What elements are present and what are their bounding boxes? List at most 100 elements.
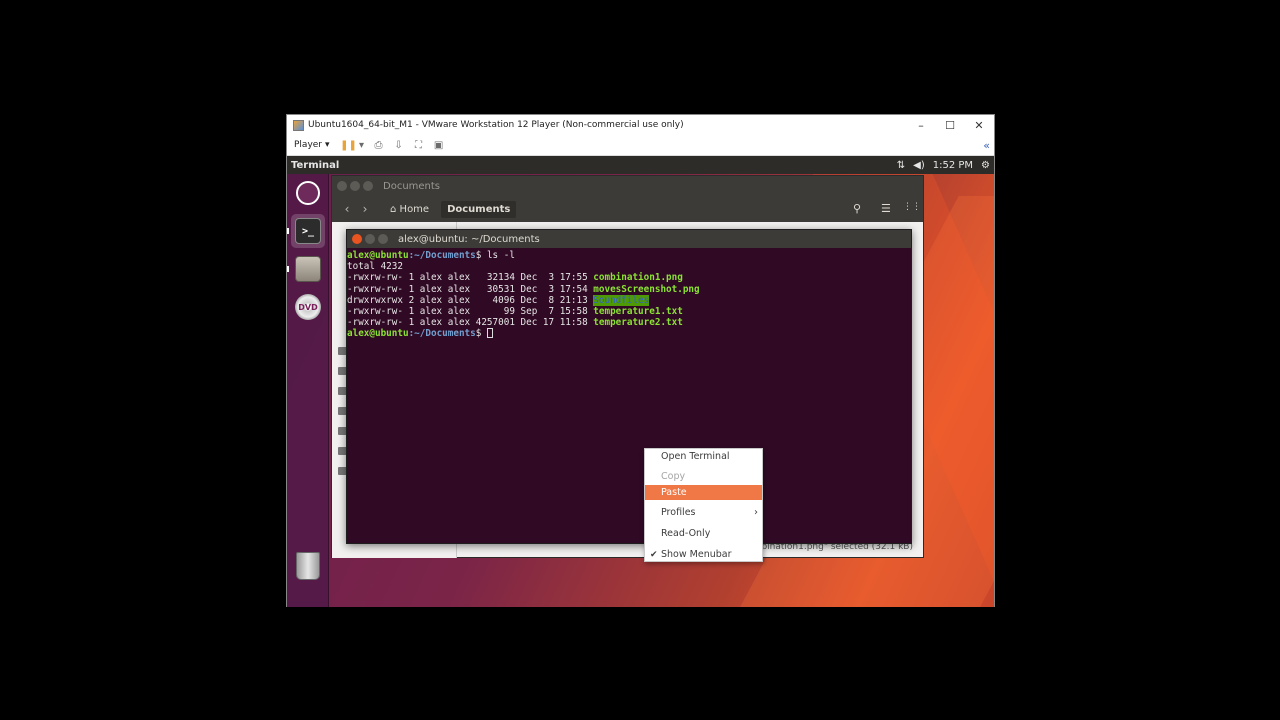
ls-row: drwxrwxrwx 2 alex alex 4096 Dec 8 21:13 … bbox=[347, 294, 650, 306]
chevron-down-icon: ▾ bbox=[325, 140, 330, 150]
prompt-line: alex@ubuntu:~/Documents$ bbox=[347, 328, 493, 339]
ls-row: -rwxrw-rw- 1 alex alex 4257001 Dec 17 11… bbox=[347, 317, 683, 328]
file-name: combination1.png bbox=[593, 272, 683, 284]
forward-button[interactable]: › bbox=[356, 202, 374, 216]
active-app-name: Terminal bbox=[291, 159, 340, 171]
menu-item-open-terminal[interactable]: Open Terminal bbox=[645, 449, 762, 464]
file-name: temperature1.txt bbox=[593, 306, 683, 318]
chevron-right-icon: › bbox=[754, 507, 758, 518]
unity-launcher: >_ DVD bbox=[287, 174, 329, 607]
window-controls bbox=[337, 181, 373, 191]
prompt-dollar: $ bbox=[475, 328, 487, 340]
unity-mode-icon[interactable]: ▣ bbox=[432, 139, 446, 151]
menu-item-label: Read-Only bbox=[661, 528, 711, 539]
close-button[interactable]: ✕ bbox=[964, 115, 994, 135]
running-indicator bbox=[287, 228, 289, 234]
dvd-icon: DVD bbox=[295, 294, 321, 320]
back-button[interactable]: ‹ bbox=[338, 202, 356, 216]
ubuntu-desktop: Terminal ⇅ ◀) 1:52 PM ⚙ >_ DVD Documents… bbox=[287, 156, 994, 607]
top-panel: Terminal ⇅ ◀) 1:52 PM ⚙ bbox=[287, 156, 994, 174]
terminal-titlebar: alex@ubuntu: ~/Documents bbox=[347, 230, 911, 248]
window-controls bbox=[352, 234, 388, 244]
clock[interactable]: 1:52 PM bbox=[933, 160, 973, 171]
menu-item-copy: Copy bbox=[645, 469, 762, 484]
chevron-down-icon[interactable]: ▾ bbox=[358, 139, 366, 151]
menu-item-paste[interactable]: Paste bbox=[645, 485, 762, 500]
launcher-terminal-button[interactable]: >_ bbox=[291, 214, 325, 248]
prompt-line: alex@ubuntu:~/Documents$ ls -l bbox=[347, 250, 515, 261]
prompt-user: alex@ubuntu bbox=[347, 250, 409, 261]
terminal-output[interactable]: alex@ubuntu:~/Documents$ ls -l total 423… bbox=[347, 249, 911, 543]
text-cursor bbox=[486, 328, 493, 339]
file-meta: -rwxrw-rw- 1 alex alex 4257001 Dec 17 11… bbox=[347, 317, 594, 329]
minimize-icon[interactable] bbox=[365, 234, 375, 244]
prompt-path: :~/Documents bbox=[408, 250, 476, 261]
file-meta: drwxrwxrwx 2 alex alex 4096 Dec 8 21:13 bbox=[347, 294, 594, 306]
settings-icon[interactable]: ⚙ bbox=[981, 160, 990, 171]
dash-button[interactable] bbox=[291, 176, 325, 210]
terminal-window[interactable]: alex@ubuntu: ~/Documents alex@ubuntu:~/D… bbox=[346, 229, 912, 562]
player-menu-label: Player bbox=[294, 140, 323, 150]
directory-name: Soundfiles bbox=[593, 294, 650, 306]
vm-titlebar: Ubuntu1604_64-bit_M1 - VMware Workstatio… bbox=[287, 115, 994, 135]
prompt-path: :~/Documents bbox=[408, 328, 476, 340]
trash-icon bbox=[296, 552, 320, 580]
vm-toolbar: Player ▾ ❚❚ ▾ ⎙ ⇩ ⛶ ▣ « bbox=[287, 135, 994, 156]
vmware-app-icon bbox=[293, 119, 304, 131]
breadcrumb-documents[interactable]: Documents bbox=[441, 200, 517, 218]
command-text: ls -l bbox=[486, 250, 515, 261]
files-icon bbox=[295, 256, 321, 282]
menu-item-label: Profiles bbox=[661, 507, 696, 518]
files-toolbar: ‹ › ⌂ Home Documents ⚲ ☰ ⋮⋮ bbox=[332, 196, 923, 222]
vmware-window: Ubuntu1604_64-bit_M1 - VMware Workstatio… bbox=[286, 114, 995, 607]
pause-icon[interactable]: ❚❚ bbox=[340, 139, 357, 151]
launcher-files-button[interactable] bbox=[291, 252, 325, 286]
terminal-icon: >_ bbox=[295, 218, 321, 244]
list-view-icon[interactable]: ☰ bbox=[881, 202, 891, 215]
menu-item-show-menubar[interactable]: ✔ Show Menubar bbox=[645, 547, 762, 562]
maximize-button[interactable]: ☐ bbox=[935, 115, 965, 135]
ls-row: -rwxrw-rw- 1 alex alex 32134 Dec 3 17:55… bbox=[347, 272, 683, 283]
launcher-dvd-button[interactable]: DVD bbox=[291, 290, 325, 324]
file-name: movesScreenshot.png bbox=[593, 283, 700, 295]
panel-indicators: ⇅ ◀) 1:52 PM ⚙ bbox=[897, 160, 990, 171]
grid-view-icon[interactable]: ⋮⋮ bbox=[903, 202, 921, 212]
vm-window-title: Ubuntu1604_64-bit_M1 - VMware Workstatio… bbox=[308, 120, 684, 130]
file-meta: -rwxrw-rw- 1 alex alex 30531 Dec 3 17:54 bbox=[347, 283, 594, 295]
terminal-window-title: alex@ubuntu: ~/Documents bbox=[398, 233, 540, 245]
breadcrumb-home[interactable]: ⌂ Home bbox=[384, 201, 435, 218]
search-icon[interactable]: ⚲ bbox=[853, 202, 861, 215]
volume-icon[interactable]: ◀) bbox=[913, 160, 925, 171]
ubuntu-logo-icon bbox=[296, 181, 320, 205]
files-titlebar: Documents bbox=[332, 176, 923, 196]
menu-item-read-only[interactable]: Read-Only bbox=[645, 526, 762, 541]
player-menu-button[interactable]: Player ▾ bbox=[294, 140, 330, 150]
removable-devices-icon[interactable]: ⇩ bbox=[392, 139, 406, 151]
launcher-trash-button[interactable] bbox=[291, 549, 325, 583]
maximize-icon[interactable] bbox=[378, 234, 388, 244]
close-icon[interactable] bbox=[352, 234, 362, 244]
prompt-user: alex@ubuntu bbox=[347, 328, 409, 340]
network-icon[interactable]: ⇅ bbox=[897, 160, 905, 171]
fullscreen-icon[interactable]: ⛶ bbox=[412, 139, 426, 151]
running-indicator bbox=[287, 266, 289, 272]
menu-item-label: Copy bbox=[661, 471, 686, 482]
menu-item-label: Paste bbox=[661, 487, 687, 498]
menu-item-profiles[interactable]: Profiles › bbox=[645, 505, 762, 520]
file-meta: -rwxrw-rw- 1 alex alex 99 Sep 7 15:58 bbox=[347, 306, 594, 318]
menu-item-label: Open Terminal bbox=[661, 451, 730, 462]
close-icon[interactable] bbox=[337, 181, 347, 191]
breadcrumb-home-label: Home bbox=[399, 203, 430, 215]
send-ctrl-alt-del-icon[interactable]: ⎙ bbox=[372, 139, 386, 151]
prompt-dollar: $ bbox=[475, 250, 487, 261]
minimize-icon[interactable] bbox=[350, 181, 360, 191]
checkmark-icon: ✔ bbox=[650, 549, 658, 560]
minimize-button[interactable]: – bbox=[906, 115, 936, 135]
menu-item-label: Show Menubar bbox=[661, 549, 732, 560]
maximize-icon[interactable] bbox=[363, 181, 373, 191]
ls-row: -rwxrw-rw- 1 alex alex 99 Sep 7 15:58 te… bbox=[347, 306, 683, 317]
collapse-toolbar-icon[interactable]: « bbox=[983, 139, 990, 152]
home-icon: ⌂ bbox=[390, 203, 397, 215]
file-name: temperature2.txt bbox=[593, 317, 683, 329]
files-window-title: Documents bbox=[383, 180, 441, 192]
